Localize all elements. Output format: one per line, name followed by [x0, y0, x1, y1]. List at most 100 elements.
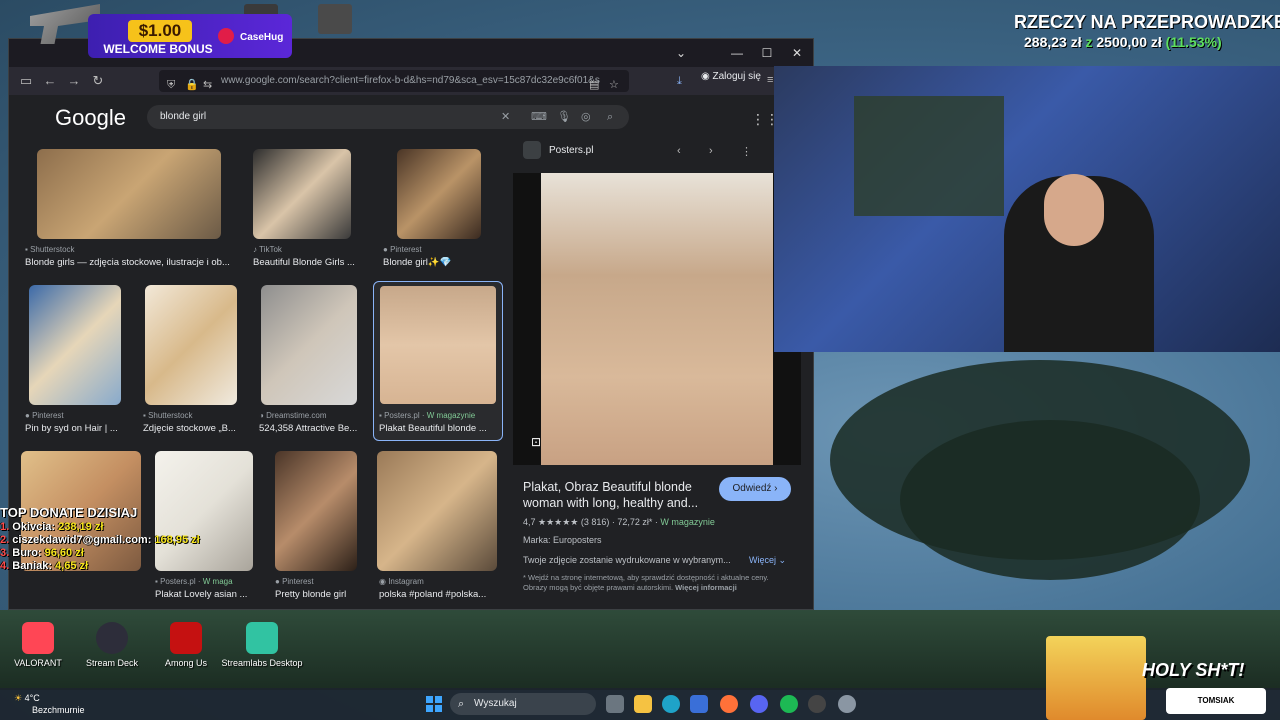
minimize-button[interactable]: —: [729, 45, 745, 61]
keyboard-icon[interactable]: ⌨: [531, 105, 547, 129]
more-info-link[interactable]: Więcej informacji: [675, 583, 737, 592]
result-image[interactable]: [377, 451, 497, 571]
window-thumbnail[interactable]: [318, 4, 352, 34]
more-link[interactable]: Więcej ⌄: [749, 555, 786, 566]
weather-widget[interactable]: ☀ 4°C Bezchmurnie: [14, 692, 85, 716]
result-source[interactable]: ▪ Shutterstock: [143, 411, 253, 420]
search-icon[interactable]: ⌕: [607, 105, 613, 129]
obs-icon[interactable]: [808, 695, 826, 713]
result-title[interactable]: Pin by syd on Hair | ...: [25, 423, 137, 434]
result-source[interactable]: ▪ Posters.pl · W maga: [155, 577, 259, 586]
forward-icon[interactable]: →: [63, 70, 85, 92]
panel-description: Twoje zdjęcie zostanie wydrukowane w wyb…: [523, 555, 731, 565]
result-title[interactable]: Zdjęcie stockowe „B...: [143, 423, 243, 434]
chevron-left-icon[interactable]: ‹: [677, 145, 681, 157]
back-icon[interactable]: ←: [39, 70, 61, 92]
lock-icon[interactable]: 🔒: [185, 74, 199, 92]
result-image[interactable]: [253, 149, 351, 239]
result-source[interactable]: ▪ Posters.pl · W magazynie: [379, 411, 499, 420]
result-title[interactable]: Plakat Lovely asian ...: [155, 589, 255, 600]
result-image[interactable]: [397, 149, 481, 239]
taskbar-search[interactable]: ⌕ Wyszukaj: [450, 693, 596, 715]
store-icon[interactable]: [690, 695, 708, 713]
desktop-icon-among-us[interactable]: Among Us: [146, 622, 226, 668]
file-explorer-icon[interactable]: [634, 695, 652, 713]
result-image[interactable]: [261, 285, 357, 405]
donations-title: TOP DONATE DZISIAJ: [0, 505, 138, 520]
result-source[interactable]: ◑ Dreamstime.com: [259, 411, 369, 420]
chevron-right-icon[interactable]: ›: [709, 145, 713, 157]
donation-row: 2. ciszekdawid7@gmail.com: 168,95 zł: [0, 534, 200, 546]
result-title[interactable]: 524,358 Attractive Be...: [259, 423, 359, 434]
google-logo[interactable]: Google: [55, 105, 126, 131]
discord-icon[interactable]: [750, 695, 768, 713]
shield-icon[interactable]: ⛨: [167, 74, 175, 92]
result-source[interactable]: ● Pinterest: [25, 411, 135, 420]
menu-icon[interactable]: ≡: [767, 74, 773, 86]
site-favicon: [523, 141, 541, 159]
desktop-icon-label: Stream Deck: [85, 658, 138, 668]
preview-image[interactable]: ⊡: [513, 173, 801, 465]
panel-site-name[interactable]: Posters.pl: [549, 145, 593, 156]
among-us-icon: [170, 622, 202, 654]
result-title[interactable]: Pretty blonde girl: [275, 589, 375, 600]
settings-icon[interactable]: [838, 695, 856, 713]
reload-icon[interactable]: ↻: [87, 70, 109, 92]
result-title[interactable]: polska #poland #polska...: [379, 589, 491, 600]
firefox-icon[interactable]: [720, 695, 738, 713]
close-button[interactable]: ✕: [789, 45, 805, 61]
result-title[interactable]: Plakat Beautiful blonde ...: [379, 423, 491, 434]
permissions-icon[interactable]: ⇆: [203, 74, 212, 92]
result-image[interactable]: [145, 285, 237, 405]
url-text[interactable]: www.google.com/search?client=firefox-b-d…: [221, 75, 600, 86]
sponsor-headline: HOLY SH*T!: [1142, 660, 1245, 680]
search-input[interactable]: blonde girl ✕ ⌨ 🎙 ◎ ⌕: [147, 105, 629, 129]
donation-row: 3. Buro: 96,60 zł: [0, 547, 84, 559]
result-title[interactable]: Blonde girl✨💎: [383, 257, 493, 268]
image-preview-panel: Posters.pl ‹ › ⋮ ⊡ Plakat, Obraz Beautif…: [513, 133, 809, 609]
result-title[interactable]: Beautiful Blonde Girls ...: [253, 257, 363, 268]
download-icon[interactable]: ⤓: [677, 75, 682, 88]
login-button[interactable]: ◉ Zaloguj się: [701, 71, 761, 82]
desktop-icon-label: Streamlabs Desktop: [221, 658, 303, 668]
lens-search-icon[interactable]: ⊡: [531, 435, 541, 449]
donation-row: 1. Okivcia: 238,19 zł: [0, 521, 104, 533]
ad-amount: $1.00: [128, 20, 192, 42]
tree-silhouette: [900, 420, 1200, 580]
edge-icon[interactable]: [662, 695, 680, 713]
clear-icon[interactable]: ✕: [501, 105, 510, 129]
valorant-icon: [22, 622, 54, 654]
bookmark-star-icon[interactable]: ☆: [609, 74, 619, 92]
microphone-icon[interactable]: 🎙: [557, 105, 571, 129]
url-bar[interactable]: ⛨ 🔒 ⇆ www.google.com/search?client=firef…: [159, 70, 629, 92]
sponsor-banner: HOLY SH*T! TOMSIAK: [1046, 636, 1280, 720]
result-source[interactable]: ▪ Shutterstock: [25, 245, 225, 254]
reader-view-icon[interactable]: ▤: [589, 74, 599, 92]
ad-subtitle: WELCOME BONUS: [103, 42, 213, 56]
visit-button[interactable]: Odwiedź ›: [719, 477, 791, 501]
task-view-icon[interactable]: [606, 695, 624, 713]
sponsor-sub-box: TOMSIAK: [1166, 688, 1266, 714]
desktop-icon-streamlabs[interactable]: Streamlabs Desktop: [220, 622, 304, 668]
lens-icon[interactable]: ◎: [581, 105, 591, 129]
result-title[interactable]: Blonde girls — zdjęcia stockowe, ilustra…: [25, 257, 237, 268]
result-source[interactable]: ♪ TikTok: [253, 245, 363, 254]
maximize-button[interactable]: ☐: [759, 45, 775, 61]
casehug-ad[interactable]: $1.00 WELCOME BONUS CaseHug: [0, 0, 292, 64]
result-source[interactable]: ● Pinterest: [275, 577, 375, 586]
top-donations: TOP DONATE DZISIAJ 1. Okivcia: 238,19 zł…: [0, 505, 200, 572]
panel-title[interactable]: Plakat, Obraz Beautiful blonde woman wit…: [523, 479, 703, 511]
more-vert-icon[interactable]: ⋮: [741, 145, 752, 158]
result-source[interactable]: ● Pinterest: [383, 245, 493, 254]
result-image[interactable]: [275, 451, 357, 571]
desktop-icon-valorant[interactable]: VALORANT: [0, 622, 78, 668]
sidebar-icon[interactable]: ▭: [15, 70, 37, 92]
chevron-down-icon[interactable]: ⌄: [673, 45, 689, 61]
result-image[interactable]: [29, 285, 121, 405]
desktop-icon-stream-deck[interactable]: Stream Deck: [72, 622, 152, 668]
result-image[interactable]: [37, 149, 221, 239]
casehug-logo-icon: [218, 28, 234, 44]
spotify-icon[interactable]: [780, 695, 798, 713]
result-source[interactable]: ◉ Instagram: [379, 577, 499, 586]
start-button[interactable]: [426, 696, 442, 712]
